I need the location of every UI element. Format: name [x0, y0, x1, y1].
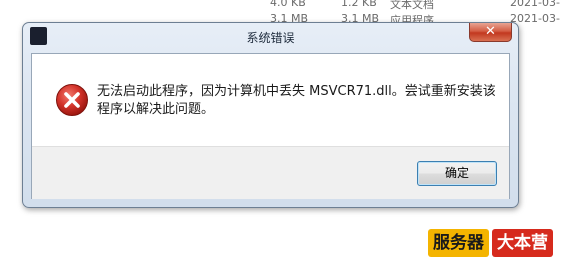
watermark-badge: 服务器 大本营 — [428, 229, 553, 257]
dialog-title: 系统错误 — [246, 31, 295, 45]
watermark-text-right: 大本营 — [492, 229, 553, 257]
file-size: 1.2 KB — [341, 0, 377, 9]
error-message: 无法启动此程序，因为计算机中丢失 MSVCR71.dll。尝试重新安装该程序以解… — [97, 84, 496, 117]
file-size: 4.0 KB — [270, 0, 306, 9]
dialog-footer: 确定 — [32, 146, 509, 199]
error-icon — [56, 84, 88, 116]
file-date: 2021-03- — [510, 0, 560, 9]
message-panel: 无法启动此程序，因为计算机中丢失 MSVCR71.dll。尝试重新安装该程序以解… — [32, 54, 509, 146]
watermark-text-left: 服务器 — [428, 229, 489, 257]
close-icon: ✕ — [485, 24, 496, 39]
title-bar[interactable]: 系统错误 ✕ — [23, 23, 518, 50]
ok-button[interactable]: 确定 — [417, 161, 497, 186]
dialog-content: 无法启动此程序，因为计算机中丢失 MSVCR71.dll。尝试重新安装该程序以解… — [31, 53, 510, 199]
close-button[interactable]: ✕ — [469, 23, 512, 42]
file-list-row[interactable]: 4.0 KB 1.2 KB 文本文档 2021-03- — [0, 0, 563, 11]
error-dialog: 系统错误 ✕ 无法启动此程序，因为计算机中丢失 MSVCR71.dll。尝试重新… — [22, 22, 519, 208]
file-type: 文本文档 — [390, 0, 434, 11]
